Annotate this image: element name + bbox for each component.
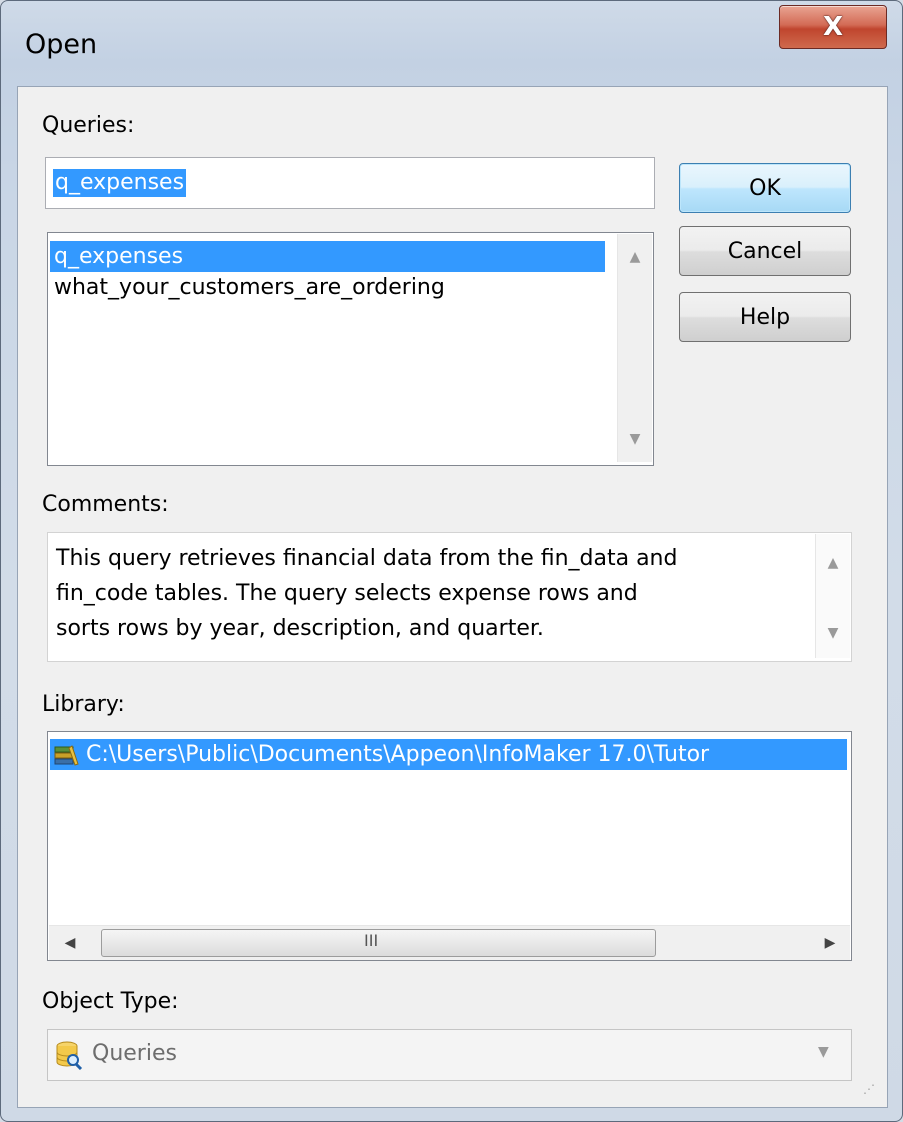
open-dialog: Open X Queries: q_expenses q_expenses wh… [0,0,903,1122]
scroll-right-arrow-icon[interactable]: ▶ [813,928,847,958]
library-item[interactable]: C:\Users\Public\Documents\Appeon\InfoMak… [50,739,847,770]
help-button[interactable]: Help [679,292,851,342]
title-bar[interactable]: Open X [1,1,902,86]
close-icon: X [822,12,844,42]
comments-line: sorts rows by year, description, and qua… [56,616,544,641]
scroll-up-arrow-icon[interactable]: ▲ [618,242,652,272]
resize-grip-icon[interactable]: ⋰ [863,1082,875,1096]
object-type-value: Queries [92,1041,177,1066]
query-name-input[interactable]: q_expenses [45,157,655,209]
help-button-label: Help [739,304,791,330]
queries-list[interactable]: q_expenses what_your_customers_are_order… [47,232,654,466]
list-item[interactable]: what_your_customers_are_ordering [50,272,605,303]
chevron-down-icon[interactable]: ▼ [818,1044,829,1060]
comments-line: This query retrieves financial data from… [56,546,678,571]
library-path: C:\Users\Public\Documents\Appeon\InfoMak… [86,742,710,767]
scroll-left-arrow-icon[interactable]: ◀ [53,928,87,958]
query-name-text: q_expenses [53,169,187,197]
comments-line: fin_code tables. The query selects expen… [56,581,638,606]
object-type-label: Object Type: [42,989,179,1014]
ok-button[interactable]: OK [679,163,851,213]
comments-label: Comments: [42,492,169,517]
queries-label: Queries: [42,113,135,138]
cancel-button[interactable]: Cancel [679,226,851,276]
object-type-combo[interactable]: Queries ▼ [47,1029,852,1081]
dialog-title: Open [25,29,98,60]
comments-box[interactable]: This query retrieves financial data from… [47,532,852,662]
cancel-button-label: Cancel [727,238,803,264]
library-books-icon [54,744,80,766]
list-item[interactable]: q_expenses [50,241,605,272]
library-list[interactable]: C:\Users\Public\Documents\Appeon\InfoMak… [47,731,852,961]
ok-button-label: OK [749,175,781,201]
comments-scrollbar[interactable]: ▲ ▼ [815,534,850,658]
queries-list-scrollbar[interactable]: ▲ ▼ [617,234,652,462]
scroll-down-arrow-icon[interactable]: ▼ [816,618,850,648]
grip-icon: III [364,931,379,950]
scroll-down-arrow-icon[interactable]: ▼ [618,424,652,454]
dialog-body: Queries: q_expenses q_expenses what_your… [17,86,888,1108]
scroll-up-arrow-icon[interactable]: ▲ [816,548,850,578]
close-button[interactable]: X [779,5,887,49]
comments-text: This query retrieves financial data from… [56,541,677,646]
query-database-icon [54,1040,84,1071]
library-hscrollbar[interactable]: ◀ III ▶ [49,925,850,960]
scroll-thumb[interactable]: III [101,929,656,957]
library-label: Library: [42,692,125,717]
